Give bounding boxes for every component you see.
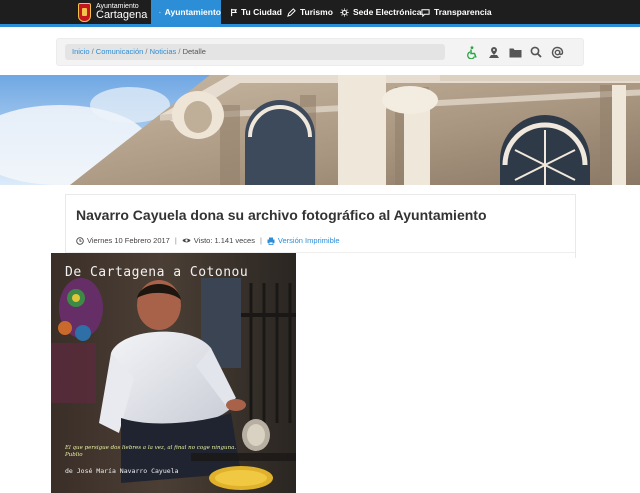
nav-item-ayuntamiento[interactable]: Ayuntamiento (151, 0, 221, 24)
breadcrumb-current: Detalle (182, 47, 206, 56)
nav-item-label: Turismo (300, 7, 333, 17)
gear-icon (340, 7, 349, 17)
nav-item-label: Tu Ciudad (241, 7, 282, 17)
accessibility-button[interactable] (465, 45, 479, 59)
article-title: Navarro Cayuela dona su archivo fotográf… (76, 207, 487, 223)
printer-icon (267, 237, 275, 245)
signpost-icon (231, 8, 237, 16)
photo-caption-title: De Cartagena a Cotonou (65, 265, 249, 280)
photo-quote-text: El que persigue dos liebres a la vez, al… (65, 445, 237, 451)
logo-line-2: Cartagena (96, 9, 148, 21)
article-header-card: Navarro Cayuela dona su archivo fotográf… (65, 194, 576, 258)
search-button[interactable] (529, 45, 543, 59)
breadcrumb-link-noticias[interactable]: Noticias (150, 47, 177, 56)
folder-icon (509, 48, 521, 57)
nav-accent-line (0, 24, 640, 27)
contact-button[interactable] (550, 45, 564, 59)
search-icon (530, 46, 542, 58)
meta-separator: | (174, 236, 177, 245)
breadcrumb: Inicio / Comunicación / Noticias / Detal… (65, 44, 445, 60)
nav-item-transparencia[interactable]: Transparencia (421, 0, 492, 24)
nav-item-label: Transparencia (434, 7, 492, 17)
hero-banner-image (0, 75, 640, 185)
accessibility-icon (467, 45, 477, 59)
print-version-link[interactable]: Versión Imprimible (278, 236, 340, 245)
nav-item-label: Ayuntamiento (164, 7, 221, 17)
map-button[interactable] (487, 45, 501, 59)
nav-item-sede-electronica[interactable]: Sede Electrónica (340, 0, 422, 24)
breadcrumb-separator: / (145, 47, 148, 56)
article-date: Viernes 10 Febrero 2017 (87, 236, 170, 245)
photo-author: de José María Navarro Cayuela (65, 467, 179, 475)
map-pin-icon (489, 46, 499, 58)
article-meta: Viernes 10 Febrero 2017 | Visto: 1.141 v… (76, 236, 340, 245)
article-views: Visto: 1.141 veces (193, 236, 255, 245)
coat-of-arms-icon (78, 2, 91, 22)
article-photo: De Cartagena a Cotonou El que persigue d… (51, 253, 296, 493)
nav-item-turismo[interactable]: Turismo (287, 0, 333, 24)
eye-icon (182, 238, 191, 243)
top-navigation-bar: Ayuntamiento Cartagena Ayuntamiento Tu C… (0, 0, 640, 24)
breadcrumb-toolbar: Inicio / Comunicación / Noticias / Detal… (56, 38, 584, 66)
breadcrumb-link-inicio[interactable]: Inicio (72, 47, 90, 56)
city-icon (159, 11, 161, 13)
clock-icon (76, 236, 84, 245)
at-sign-icon (551, 46, 563, 58)
nav-item-label: Sede Electrónica (353, 7, 422, 17)
photo-quote: El que persigue dos liebres a la vez, al… (65, 445, 285, 459)
meta-separator: | (259, 236, 262, 245)
speech-bubble-icon (421, 8, 430, 17)
photo-quote-source: Publio (65, 452, 83, 459)
breadcrumb-separator: / (91, 47, 94, 56)
site-logo[interactable]: Ayuntamiento Cartagena (78, 1, 147, 23)
nav-item-tu-ciudad[interactable]: Tu Ciudad (228, 0, 282, 24)
breadcrumb-separator: / (178, 47, 181, 56)
breadcrumb-link-comunicacion[interactable]: Comunicación (96, 47, 144, 56)
pencil-icon (287, 7, 296, 17)
folder-button[interactable] (508, 45, 522, 59)
